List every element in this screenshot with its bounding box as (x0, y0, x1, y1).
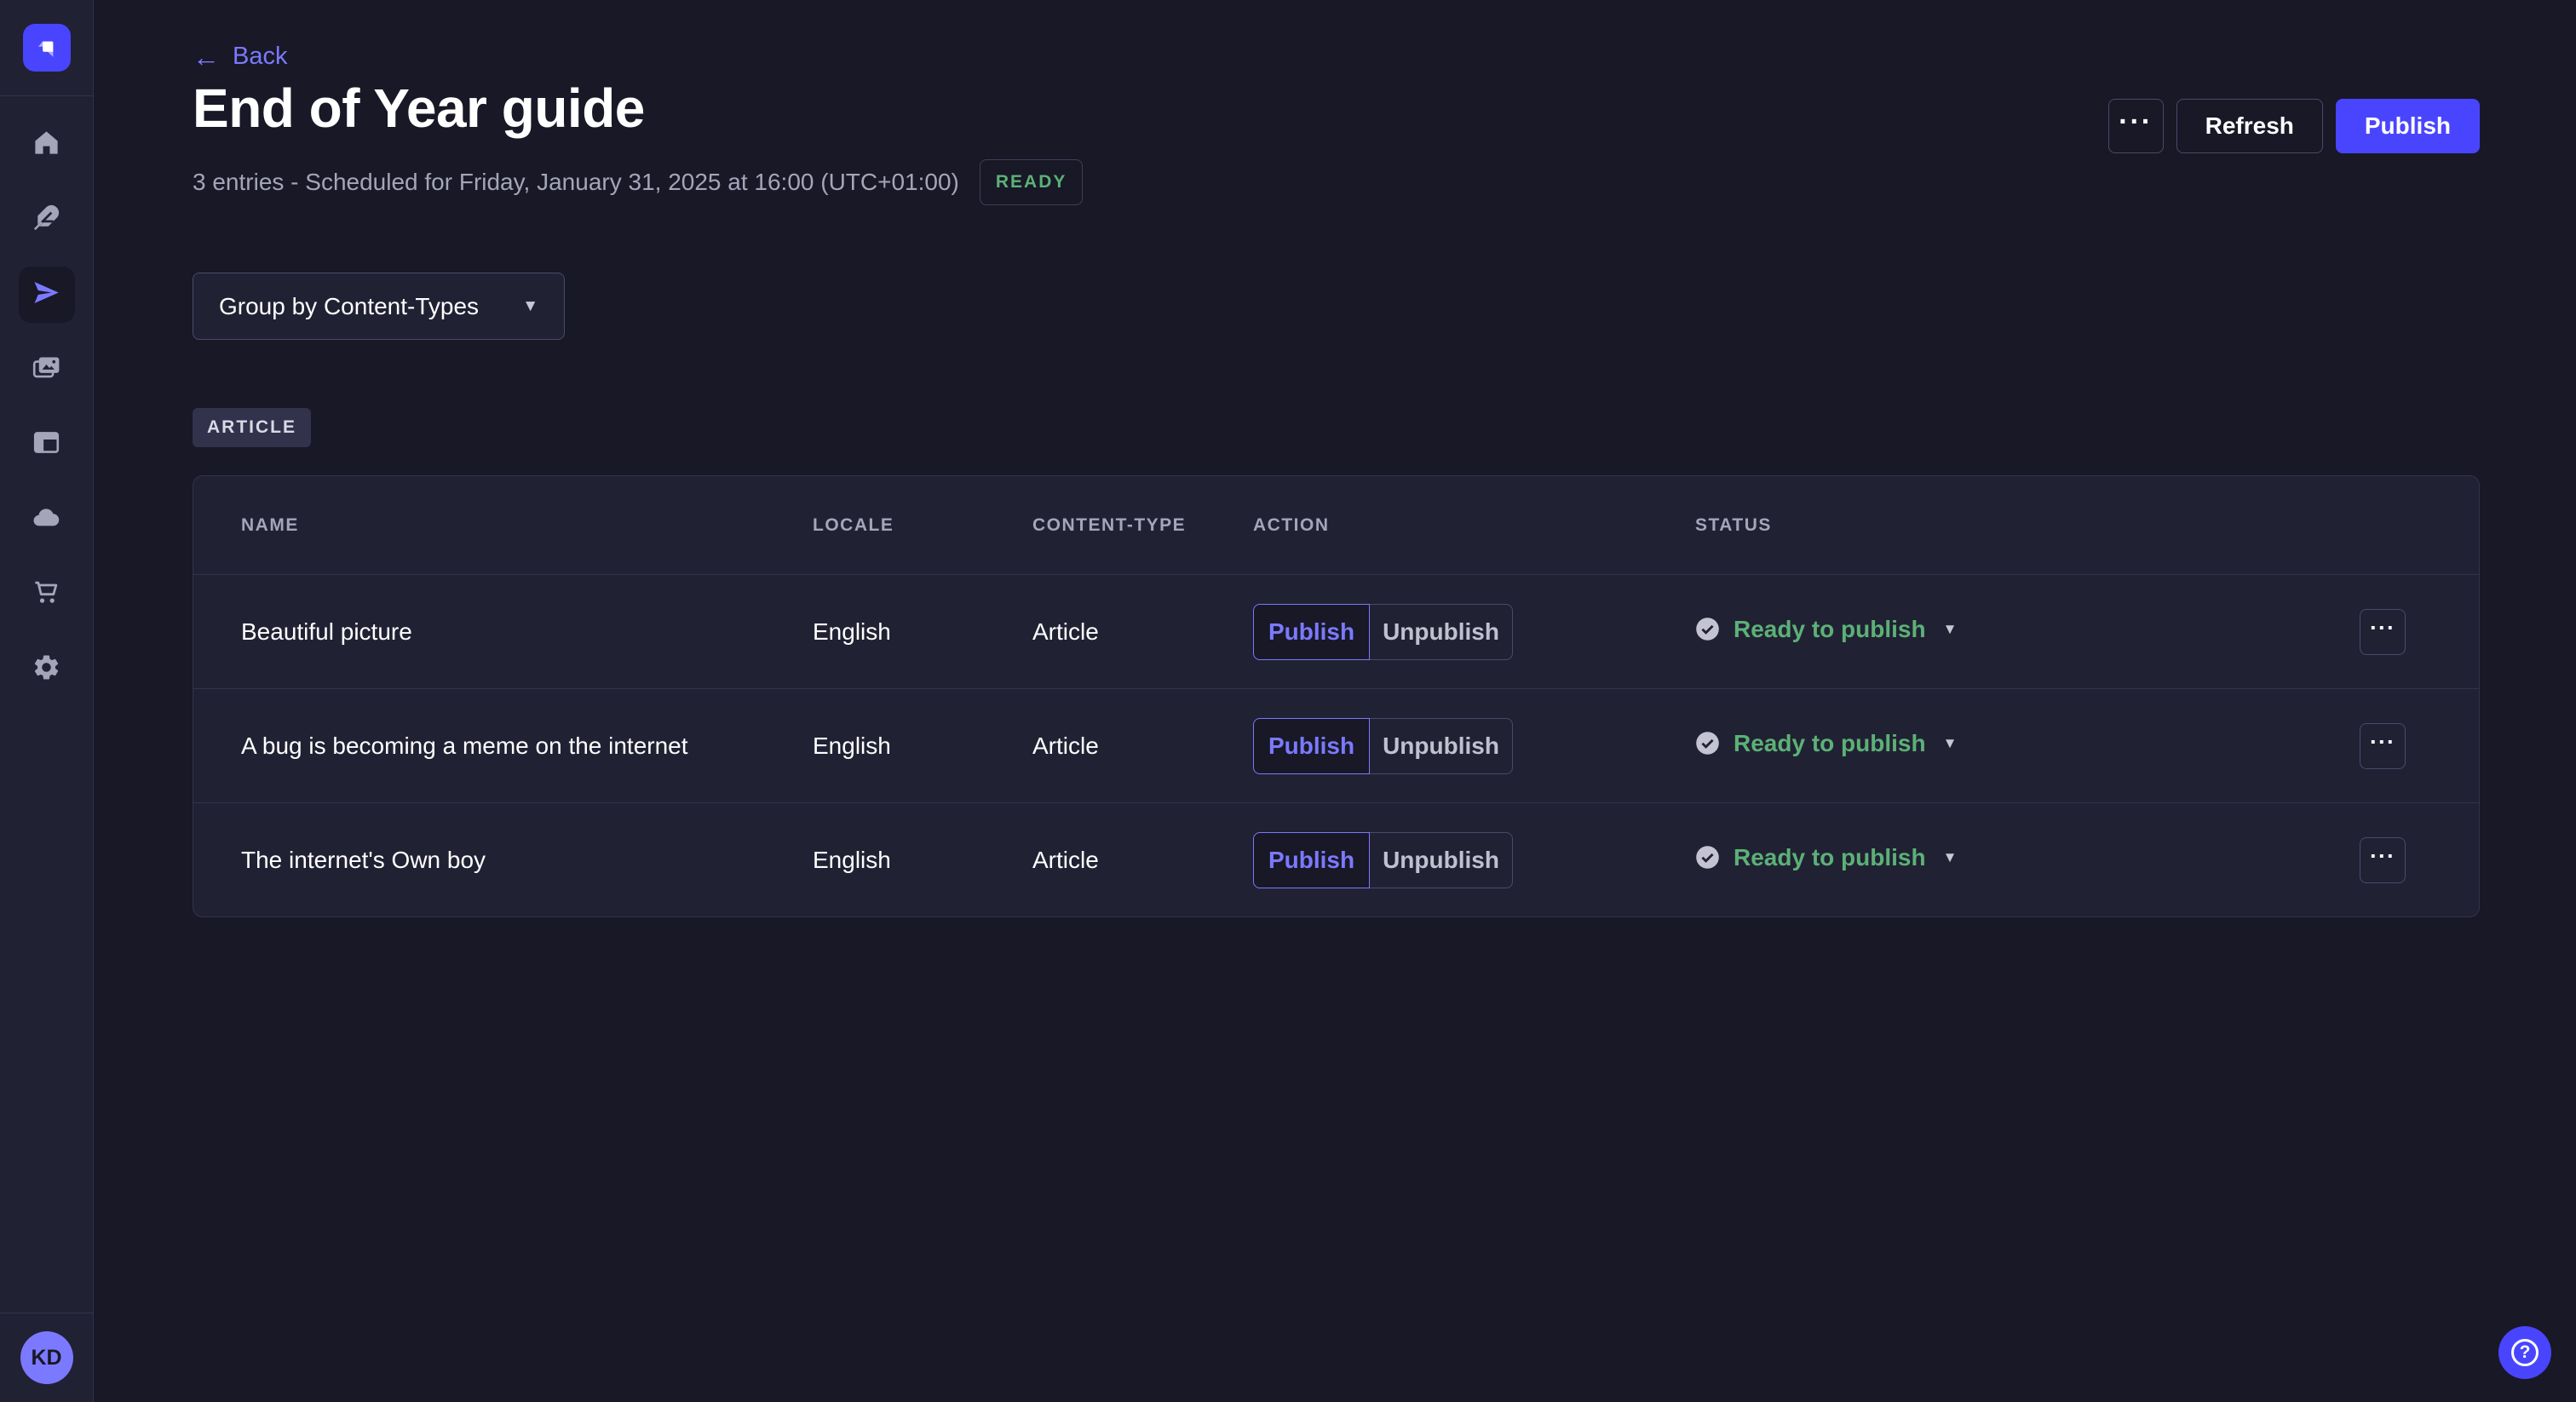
table-row: Beautiful picture English Article Publis… (193, 574, 2479, 688)
sidebar-nav (0, 96, 93, 698)
entry-locale: English (813, 733, 1032, 760)
help-button[interactable]: ? (2498, 1326, 2551, 1379)
column-header-name: NAME (193, 515, 813, 536)
sidebar-item-content-manager[interactable] (19, 192, 75, 248)
sidebar-item-media-library[interactable] (19, 342, 75, 398)
chevron-down-icon: ▼ (522, 298, 538, 314)
status-badge: READY (980, 159, 1084, 205)
entry-action-cell: Publish Unpublish (1253, 832, 1695, 888)
publish-toggle-group: Publish Unpublish (1253, 604, 1513, 660)
publish-toggle-group: Publish Unpublish (1253, 832, 1513, 888)
more-options-button[interactable]: ··· (2108, 99, 2164, 153)
column-header-locale: LOCALE (813, 515, 1032, 536)
entry-status-dropdown[interactable]: Ready to publish ▼ (1695, 730, 1957, 757)
sidebar-item-deploy[interactable] (19, 491, 75, 548)
chevron-down-icon: ▼ (1943, 736, 1958, 750)
header-actions: ··· Refresh Publish (2108, 99, 2480, 153)
layout-icon (32, 428, 61, 462)
entry-content-type: Article (1032, 618, 1253, 646)
publish-option-button[interactable]: Publish (1253, 832, 1370, 888)
sidebar-item-marketplace[interactable] (19, 566, 75, 623)
entry-status-cell: Ready to publish ▼ (1695, 730, 2360, 762)
content-type-group-badge: ARTICLE (193, 408, 311, 447)
unpublish-option-button[interactable]: Unpublish (1370, 604, 1513, 660)
sidebar-footer: KD (0, 1313, 93, 1402)
question-mark-icon: ? (2511, 1339, 2539, 1366)
entry-locale: English (813, 847, 1032, 874)
table-row: A bug is becoming a meme on the internet… (193, 688, 2479, 802)
avatar[interactable]: KD (20, 1331, 73, 1384)
subtitle-row: 3 entries - Scheduled for Friday, Januar… (193, 158, 1083, 205)
row-more-button[interactable]: ··· (2360, 609, 2406, 655)
cart-icon (32, 577, 61, 612)
chevron-down-icon: ▼ (1943, 850, 1958, 865)
gear-icon (32, 652, 61, 687)
entry-status-label: Ready to publish (1734, 730, 1926, 757)
entry-status-dropdown[interactable]: Ready to publish ▼ (1695, 616, 1957, 643)
entries-table: NAME LOCALE CONTENT-TYPE ACTION STATUS B… (193, 475, 2480, 917)
sidebar-item-releases[interactable] (19, 267, 75, 323)
logo-section (0, 0, 93, 96)
sidebar-item-content-type-builder[interactable] (19, 417, 75, 473)
entry-locale: English (813, 618, 1032, 646)
chevron-down-icon: ▼ (1943, 622, 1958, 636)
refresh-button[interactable]: Refresh (2176, 99, 2323, 153)
sidebar: KD (0, 0, 94, 1402)
entry-menu-cell: ··· (2360, 609, 2479, 655)
entry-menu-cell: ··· (2360, 837, 2479, 883)
strapi-logo-icon (23, 24, 71, 72)
entry-action-cell: Publish Unpublish (1253, 718, 1695, 774)
check-circle-icon (1695, 845, 1720, 870)
column-header-content-type: CONTENT-TYPE (1032, 515, 1253, 536)
unpublish-option-button[interactable]: Unpublish (1370, 832, 1513, 888)
entry-action-cell: Publish Unpublish (1253, 604, 1695, 660)
pictures-icon (32, 353, 61, 387)
table-row: The internet's Own boy English Article P… (193, 802, 2479, 916)
entry-content-type: Article (1032, 733, 1253, 760)
main-content: ← Back End of Year guide 3 entries - Sch… (94, 0, 2576, 1402)
unpublish-option-button[interactable]: Unpublish (1370, 718, 1513, 774)
table-header-row: NAME LOCALE CONTENT-TYPE ACTION STATUS (193, 476, 2479, 574)
publish-release-button[interactable]: Publish (2336, 99, 2480, 153)
sidebar-item-settings[interactable] (19, 641, 75, 698)
paper-plane-icon (32, 278, 61, 312)
entry-status-cell: Ready to publish ▼ (1695, 616, 2360, 648)
check-circle-icon (1695, 731, 1720, 756)
home-icon (32, 128, 61, 162)
back-label: Back (233, 43, 287, 71)
entry-status-label: Ready to publish (1734, 616, 1926, 643)
entry-name: A bug is becoming a meme on the internet (193, 733, 813, 760)
back-link[interactable]: ← Back (193, 43, 287, 71)
group-by-value: Group by Content-Types (219, 293, 479, 320)
publish-option-button[interactable]: Publish (1253, 604, 1370, 660)
page-title: End of Year guide (193, 77, 645, 140)
entry-name: Beautiful picture (193, 618, 813, 646)
row-more-button[interactable]: ··· (2360, 837, 2406, 883)
arrow-left-icon: ← (193, 43, 220, 71)
release-subtitle: 3 entries - Scheduled for Friday, Januar… (193, 169, 959, 196)
sidebar-item-home[interactable] (19, 117, 75, 173)
cloud-icon (32, 503, 61, 537)
entry-menu-cell: ··· (2360, 723, 2479, 769)
publish-toggle-group: Publish Unpublish (1253, 718, 1513, 774)
column-header-action: ACTION (1253, 515, 1695, 536)
feather-icon (32, 203, 61, 237)
group-by-select[interactable]: Group by Content-Types ▼ (193, 273, 565, 340)
entry-name: The internet's Own boy (193, 847, 813, 874)
entry-status-cell: Ready to publish ▼ (1695, 844, 2360, 876)
column-header-status: STATUS (1695, 515, 2360, 536)
entry-status-label: Ready to publish (1734, 844, 1926, 871)
entry-content-type: Article (1032, 847, 1253, 874)
check-circle-icon (1695, 617, 1720, 641)
publish-option-button[interactable]: Publish (1253, 718, 1370, 774)
entry-status-dropdown[interactable]: Ready to publish ▼ (1695, 844, 1957, 871)
row-more-button[interactable]: ··· (2360, 723, 2406, 769)
